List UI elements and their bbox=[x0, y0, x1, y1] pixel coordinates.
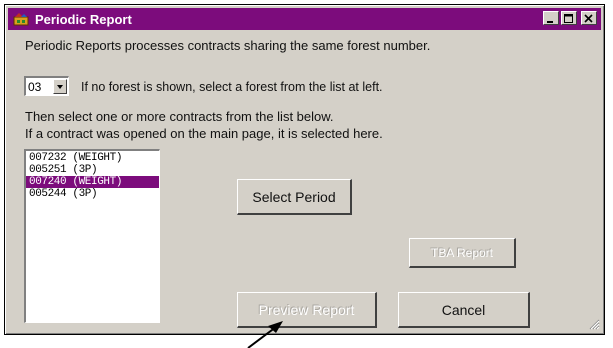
intro-text: Periodic Reports processes contracts sha… bbox=[25, 38, 431, 53]
contract-item-selected[interactable]: 007240 (WEIGHT) bbox=[26, 176, 159, 188]
cancel-button[interactable]: Cancel bbox=[398, 292, 530, 328]
forest-select[interactable]: 03 bbox=[24, 76, 69, 96]
select-period-button[interactable]: Select Period bbox=[237, 179, 352, 215]
forest-hint: If no forest is shown, select a forest f… bbox=[81, 80, 383, 94]
chevron-down-icon[interactable] bbox=[53, 79, 67, 94]
contract-item[interactable]: 005251 (3P) bbox=[26, 164, 159, 176]
instruction-line-2: If a contract was opened on the main pag… bbox=[25, 126, 383, 141]
minimize-icon bbox=[547, 21, 553, 23]
minimize-button[interactable] bbox=[543, 11, 559, 25]
instruction-line-1: Then select one or more contracts from t… bbox=[25, 109, 334, 124]
contract-item[interactable]: 007232 (WEIGHT) bbox=[26, 152, 159, 164]
forest-select-value: 03 bbox=[28, 80, 42, 94]
contracts-listbox[interactable]: 007232 (WEIGHT) 005251 (3P) 007240 (WEIG… bbox=[24, 149, 160, 323]
periodic-report-window: Periodic Report Periodic Reports process… bbox=[4, 4, 605, 335]
resize-grip-icon[interactable] bbox=[588, 318, 600, 330]
window-title: Periodic Report bbox=[35, 11, 132, 27]
title-bar[interactable]: Periodic Report bbox=[8, 8, 601, 30]
maximize-button[interactable] bbox=[561, 11, 577, 25]
close-icon bbox=[584, 14, 593, 23]
close-button[interactable] bbox=[581, 11, 597, 25]
preview-report-button[interactable]: Preview Report bbox=[237, 292, 377, 328]
app-icon[interactable] bbox=[13, 12, 29, 26]
window-controls bbox=[543, 11, 597, 25]
contract-item[interactable]: 005244 (3P) bbox=[26, 188, 159, 200]
maximize-icon bbox=[564, 14, 573, 23]
tba-report-button[interactable]: TBA Report bbox=[409, 238, 516, 268]
